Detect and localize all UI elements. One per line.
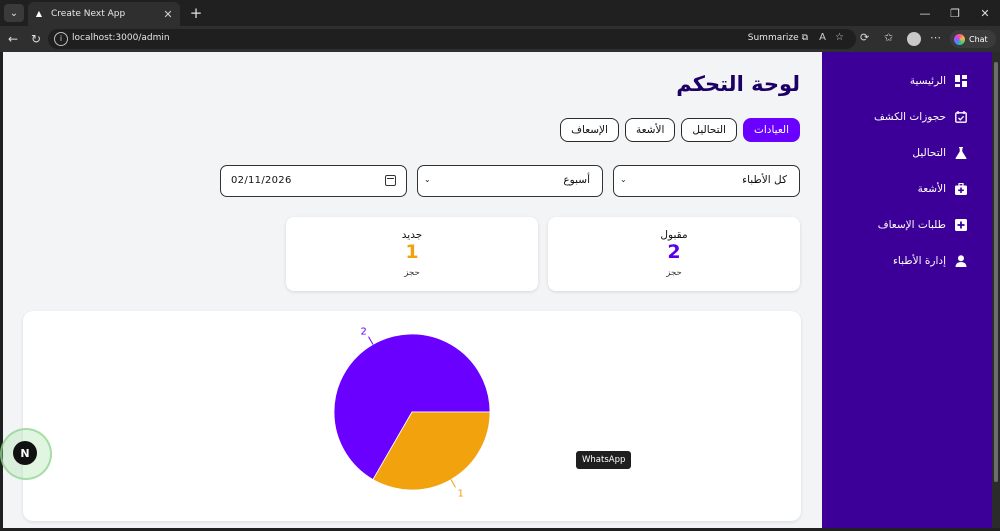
stat-title: مقبول bbox=[660, 229, 688, 241]
sidebar-item-label: طلبات الإسعاف bbox=[877, 219, 946, 231]
stat-unit: حجز bbox=[404, 268, 420, 278]
address-bar[interactable]: i localhost:3000/admin Summarize ⧉ A ☆ bbox=[48, 29, 856, 49]
sidebar-item-label: التحاليل bbox=[912, 147, 946, 159]
calendar-icon[interactable] bbox=[385, 175, 396, 186]
copilot-icon bbox=[954, 33, 965, 45]
stat-value: 2 bbox=[667, 241, 681, 263]
chevron-down-icon: ⌄ bbox=[424, 175, 431, 184]
tab-title: Create Next App bbox=[51, 9, 126, 19]
summarize-button[interactable]: Summarize ⧉ bbox=[748, 33, 808, 43]
copilot-chat-button[interactable]: Chat bbox=[950, 30, 996, 48]
scrollbar-thumb[interactable] bbox=[994, 62, 998, 482]
site-info-icon[interactable]: i bbox=[54, 32, 68, 46]
page-viewport: الرئيسية حجوزات الكشف التحاليل الأشعة طل… bbox=[3, 52, 992, 528]
period-select[interactable]: أسبوع ⌄ bbox=[417, 165, 603, 197]
section-tabs: العيادات التحاليل الأشعة الإسعاف bbox=[560, 118, 800, 142]
stat-title: جديد bbox=[401, 229, 423, 241]
chart-card: 21 bbox=[23, 311, 801, 521]
sidebar-item-labs[interactable]: التحاليل bbox=[912, 143, 968, 163]
profile-avatar[interactable] bbox=[907, 32, 921, 46]
stat-card-new: جديد 1 حجز bbox=[286, 217, 538, 291]
stat-unit: حجز bbox=[666, 268, 682, 278]
date-input-value: 02/11/2026 bbox=[231, 175, 292, 186]
browser-tab[interactable]: ▲ Create Next App ✕ bbox=[28, 2, 180, 26]
close-tab-icon[interactable]: ✕ bbox=[162, 8, 174, 21]
sidebar-item-ambulance[interactable]: طلبات الإسعاف bbox=[878, 215, 968, 235]
refresh-icon[interactable]: ↻ bbox=[27, 30, 45, 48]
tab-actions-menu[interactable]: ⌄ bbox=[4, 4, 24, 22]
tab-ambulance[interactable]: الإسعاف bbox=[560, 118, 619, 142]
whatsapp-tooltip: WhatsApp bbox=[576, 451, 632, 469]
new-tab-button[interactable]: + bbox=[186, 3, 206, 23]
pie-label-leader bbox=[450, 479, 456, 488]
medkit-icon bbox=[954, 182, 968, 196]
restore-window-icon[interactable]: ❐ bbox=[944, 3, 966, 23]
minimize-window-icon[interactable]: — bbox=[914, 3, 936, 23]
tab-labs[interactable]: التحاليل bbox=[681, 118, 737, 142]
sidebar: الرئيسية حجوزات الكشف التحاليل الأشعة طل… bbox=[822, 52, 992, 528]
sidebar-item-label: حجوزات الكشف bbox=[873, 111, 946, 123]
plus-square-icon bbox=[954, 218, 968, 232]
sidebar-item-label: الأشعة bbox=[917, 183, 946, 195]
period-select-value: أسبوع bbox=[563, 174, 590, 186]
more-menu-icon[interactable]: ⋯ bbox=[930, 31, 941, 44]
read-aloud-icon[interactable]: A bbox=[819, 32, 826, 43]
doctor-select-value: كل الأطباء bbox=[742, 174, 787, 186]
page-title: لوحة التحكم bbox=[676, 72, 800, 96]
date-input[interactable]: 02/11/2026 bbox=[220, 165, 407, 197]
url-text[interactable]: localhost:3000/admin bbox=[72, 33, 170, 43]
stat-value: 1 bbox=[405, 241, 419, 263]
pie-label-leader bbox=[368, 336, 374, 345]
summarize-label: Summarize bbox=[747, 33, 799, 43]
tab-clinics[interactable]: العيادات bbox=[742, 118, 800, 142]
doctor-select[interactable]: كل الأطباء ⌄ bbox=[613, 165, 800, 197]
sidebar-item-appointments[interactable]: حجوزات الكشف bbox=[874, 107, 968, 127]
page-scrollbar[interactable] bbox=[992, 52, 1000, 528]
close-window-icon[interactable]: ✕ bbox=[974, 3, 996, 23]
chevron-down-icon: ⌄ bbox=[620, 175, 627, 184]
chat-label: Chat bbox=[969, 34, 988, 44]
calendar-check-icon bbox=[954, 110, 968, 124]
favorite-star-icon[interactable]: ☆ bbox=[835, 32, 844, 43]
tab-radiology[interactable]: الأشعة bbox=[624, 118, 676, 142]
pie-data-label: 2 bbox=[361, 327, 367, 338]
pie-chart: 21 bbox=[333, 327, 491, 499]
sidebar-item-label: إدارة الأطباء bbox=[893, 255, 946, 267]
browser-toolbar: ← ↻ i localhost:3000/admin Summarize ⧉ A… bbox=[0, 26, 1000, 52]
browser-titlebar: ⌄ ▲ Create Next App ✕ + — ❐ ✕ bbox=[0, 0, 1000, 26]
sidebar-item-radiology[interactable]: الأشعة bbox=[918, 179, 968, 199]
extensions-icon[interactable]: ⟳ bbox=[860, 31, 869, 44]
nextjs-dev-badge[interactable]: N bbox=[13, 441, 37, 465]
nextjs-favicon-icon: ▲ bbox=[35, 9, 43, 18]
sidebar-item-doctors[interactable]: إدارة الأطباء bbox=[893, 251, 968, 271]
back-arrow-icon[interactable]: ← bbox=[4, 30, 22, 48]
sidebar-item-home[interactable]: الرئيسية bbox=[910, 71, 968, 91]
user-icon bbox=[954, 254, 968, 268]
dashboard-icon bbox=[954, 74, 968, 88]
sidebar-item-label: الرئيسية bbox=[909, 75, 946, 87]
flask-icon bbox=[954, 146, 968, 160]
pie-data-label: 1 bbox=[458, 488, 464, 499]
favorites-icon[interactable]: ✩ bbox=[884, 31, 893, 44]
stat-card-accepted: مقبول 2 حجز bbox=[548, 217, 800, 291]
